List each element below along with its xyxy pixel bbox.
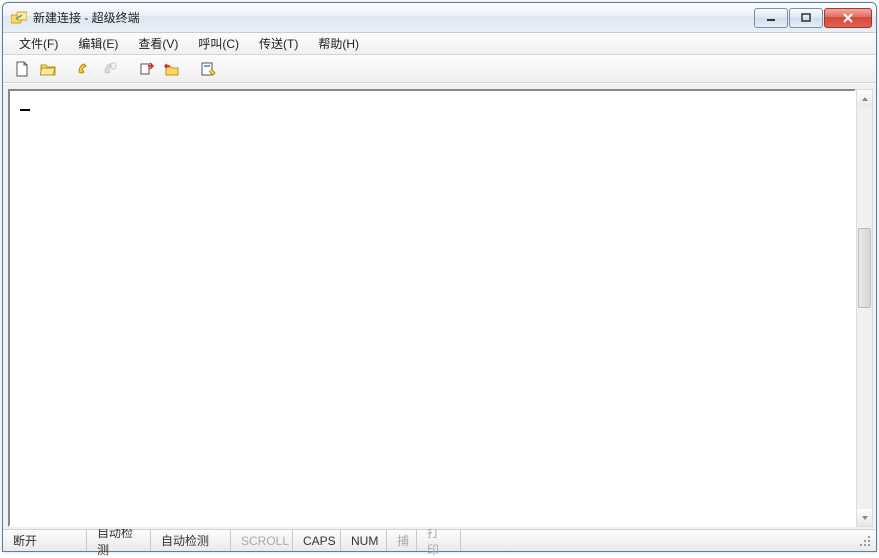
window-title: 新建连接 - 超级终端 <box>33 9 754 26</box>
app-icon <box>11 10 27 26</box>
menu-call[interactable]: 呼叫(C) <box>188 33 249 54</box>
app-window: 新建连接 - 超级终端 文件(F) 编辑(E) 查看(V) 呼叫(C) 传送(T… <box>2 2 877 552</box>
status-scroll: SCROLL <box>231 530 293 551</box>
open-folder-icon[interactable] <box>37 58 59 80</box>
new-file-icon[interactable] <box>11 58 33 80</box>
status-num: NUM <box>341 530 387 551</box>
content-area <box>3 83 876 529</box>
status-autodetect1: 自动检测 <box>87 530 151 551</box>
menubar: 文件(F) 编辑(E) 查看(V) 呼叫(C) 传送(T) 帮助(H) <box>3 33 876 55</box>
send-file-icon[interactable] <box>135 58 157 80</box>
properties-icon[interactable] <box>197 58 219 80</box>
status-caps: CAPS <box>293 530 341 551</box>
receive-file-icon[interactable] <box>161 58 183 80</box>
menu-file[interactable]: 文件(F) <box>9 33 68 54</box>
titlebar: 新建连接 - 超级终端 <box>3 3 876 33</box>
status-autodetect2: 自动检测 <box>151 530 231 551</box>
minimize-button[interactable] <box>754 8 788 28</box>
scroll-down-icon[interactable] <box>857 509 872 526</box>
statusbar: 断开 自动检测 自动检测 SCROLL CAPS NUM 捕 打印 <box>3 529 876 551</box>
close-button[interactable] <box>824 8 872 28</box>
status-print: 打印 <box>417 530 461 551</box>
toolbar <box>3 55 876 83</box>
menu-help[interactable]: 帮助(H) <box>308 33 369 54</box>
vertical-scrollbar[interactable] <box>856 89 873 527</box>
window-controls <box>754 8 872 28</box>
disconnect-icon <box>99 58 121 80</box>
scroll-track[interactable] <box>857 107 872 509</box>
scroll-thumb[interactable] <box>858 228 871 308</box>
status-connection: 断开 <box>3 530 87 551</box>
menu-edit[interactable]: 编辑(E) <box>68 33 128 54</box>
terminal-output[interactable] <box>10 91 854 525</box>
cursor-icon <box>20 99 30 111</box>
terminal-frame <box>8 89 856 527</box>
scroll-up-icon[interactable] <box>857 90 872 107</box>
maximize-button[interactable] <box>789 8 823 28</box>
connect-icon[interactable] <box>73 58 95 80</box>
menu-transfer[interactable]: 传送(T) <box>249 33 308 54</box>
menu-view[interactable]: 查看(V) <box>128 33 188 54</box>
status-capture: 捕 <box>387 530 417 551</box>
resize-grip-icon[interactable] <box>854 530 876 551</box>
